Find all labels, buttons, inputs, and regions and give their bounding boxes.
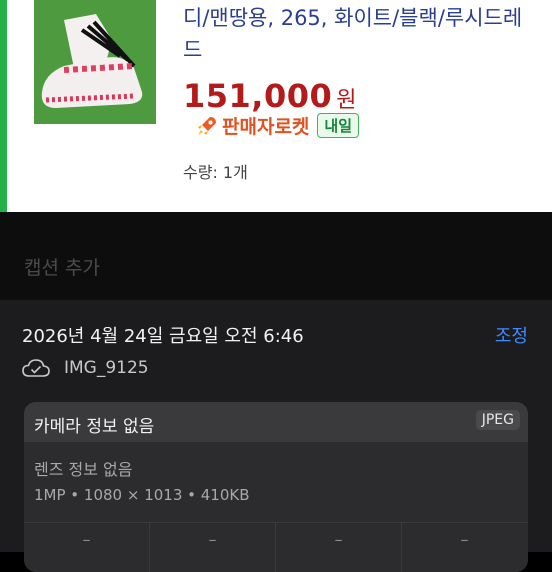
currency: 원 [336,88,357,113]
lens-info: 렌즈 정보 없음 [34,460,133,479]
file-row: IMG_9125 [22,358,149,378]
delivery-row: 판매자로켓 내일 [196,112,360,139]
metadata-card: 카메라 정보 없음 JPEG 렌즈 정보 없음 1MP • 1080 × 101… [24,402,528,572]
caption-input[interactable]: 캡션 추가 [24,253,100,280]
caption-area[interactable]: 캡션 추가 [0,212,552,300]
quantity-label: 수량: 1개 [183,163,248,182]
photo-datetime: 2026년 4월 24일 금요일 오전 6:46 [22,326,304,347]
product-image[interactable] [34,0,156,124]
exif-aperture: – [460,530,469,549]
product-title[interactable]: 디/맨땅용, 265, 화이트/블랙/루시드레드 [183,2,523,66]
price: 151,000 [183,77,333,115]
metadata-header: 카메라 정보 없음 JPEG [24,402,528,442]
image-specs: 1MP • 1080 × 1013 • 410KB [34,486,250,504]
format-badge: JPEG [475,410,520,430]
exif-iso: – [82,530,91,549]
product-card[interactable]: 디/맨땅용, 265, 화이트/블랙/루시드레드 151,000 원 판매자로켓… [0,0,552,212]
rocket-icon [198,116,216,135]
camera-info: 카메라 정보 없음 [34,417,155,437]
adjust-button[interactable]: 조정 [495,322,528,348]
filename: IMG_9125 [64,358,149,378]
cloud-check-icon [22,359,50,377]
exif-focal-length: – [208,530,217,549]
photo-info-sheet: 2026년 4월 24일 금요일 오전 6:46 조정 IMG_9125 카메라… [0,300,552,572]
selection-bar [0,0,7,212]
exif-exposure: – [334,530,343,549]
price-row: 151,000 원 [183,77,357,115]
tomorrow-badge: 내일 [317,113,360,138]
rocket-delivery-label: 판매자로켓 [222,116,310,138]
divider [24,522,528,523]
